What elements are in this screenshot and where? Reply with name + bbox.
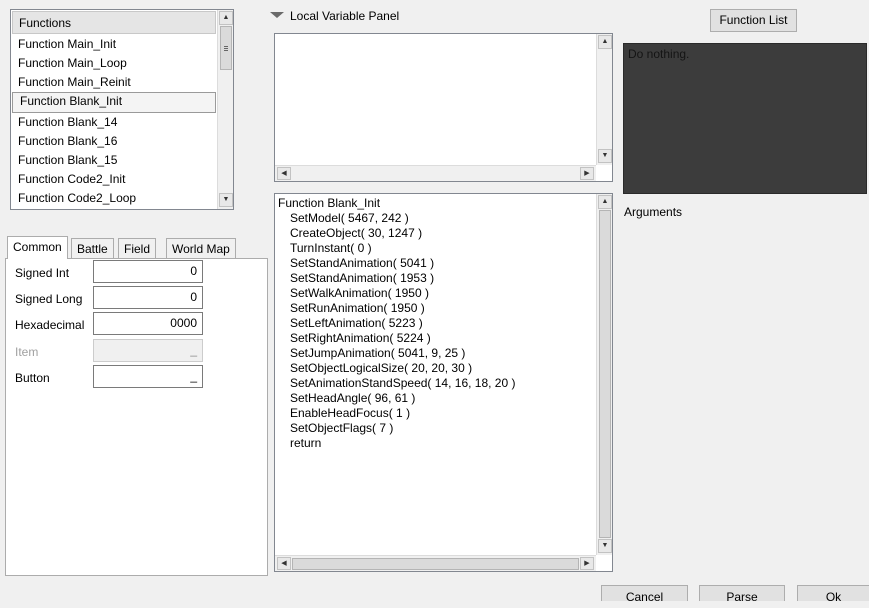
code-line: Function Blank_Init bbox=[278, 196, 381, 210]
code-line: SetObjectFlags( 7 ) bbox=[290, 421, 394, 435]
function-item[interactable]: Function Code2_Loop bbox=[11, 189, 217, 208]
hexadecimal-label: Hexadecimal bbox=[15, 318, 85, 332]
scroll-down-icon[interactable]: ▼ bbox=[219, 193, 233, 207]
functions-list-items: Function Main_Init Function Main_Loop Fu… bbox=[11, 35, 217, 208]
local-variable-panel-title: Local Variable Panel bbox=[290, 9, 400, 23]
code-line: SetModel( 5467, 242 ) bbox=[290, 211, 409, 225]
signed-long-field[interactable]: 0 bbox=[93, 286, 203, 309]
code-line: TurnInstant( 0 ) bbox=[290, 241, 372, 255]
scroll-down-icon[interactable]: ▼ bbox=[598, 149, 612, 163]
function-item[interactable]: Function Blank_14 bbox=[11, 113, 217, 132]
functions-list-scrollbar[interactable]: ▲ ▼ bbox=[217, 10, 233, 209]
function-description: Do nothing. bbox=[623, 43, 867, 194]
item-label: Item bbox=[15, 345, 39, 359]
scroll-thumb[interactable] bbox=[292, 558, 579, 570]
scroll-up-icon[interactable]: ▲ bbox=[219, 11, 233, 25]
collapse-triangle-icon[interactable] bbox=[270, 12, 284, 18]
scroll-down-icon[interactable]: ▼ bbox=[598, 539, 612, 553]
code-line: SetRunAnimation( 1950 ) bbox=[290, 301, 425, 315]
code-editor[interactable]: Function Blank_Init SetModel( 5467, 242 … bbox=[274, 193, 613, 572]
scroll-thumb[interactable] bbox=[220, 26, 232, 70]
local-variable-hscrollbar[interactable]: ◀ ▶ bbox=[275, 165, 596, 181]
signed-int-label: Signed Int bbox=[15, 266, 70, 280]
common-tab-panel: Signed Int 0 Signed Long 0 Hexadecimal 0… bbox=[5, 258, 268, 576]
scroll-right-icon[interactable]: ▶ bbox=[580, 167, 594, 180]
code-line: SetLeftAnimation( 5223 ) bbox=[290, 316, 423, 330]
item-field: _ bbox=[93, 339, 203, 362]
signed-long-label: Signed Long bbox=[15, 292, 83, 306]
button-label: Button bbox=[15, 371, 50, 385]
functions-list-header: Functions bbox=[12, 11, 216, 34]
hexadecimal-field[interactable]: 0000 bbox=[93, 312, 203, 335]
code-line: SetAnimationStandSpeed( 14, 16, 18, 20 ) bbox=[290, 376, 516, 390]
tab-field[interactable]: Field bbox=[118, 238, 157, 259]
function-item-selected[interactable]: Function Blank_Init bbox=[12, 92, 216, 113]
scroll-left-icon[interactable]: ◀ bbox=[277, 557, 291, 570]
scroll-up-icon[interactable]: ▲ bbox=[598, 195, 612, 209]
function-item[interactable]: Function Main_Loop bbox=[11, 54, 217, 73]
code-hscrollbar[interactable]: ◀ ▶ bbox=[275, 555, 596, 571]
code-line: return bbox=[290, 436, 322, 450]
code-line: CreateObject( 30, 1247 ) bbox=[290, 226, 423, 240]
cancel-button[interactable]: Cancel bbox=[601, 585, 688, 604]
function-item[interactable]: Function Main_Init bbox=[11, 35, 217, 54]
local-variable-panel-header[interactable]: Local Variable Panel bbox=[270, 9, 470, 25]
code-line: SetStandAnimation( 1953 ) bbox=[290, 271, 435, 285]
code-lines: Function Blank_Init SetModel( 5467, 242 … bbox=[277, 196, 595, 451]
scroll-right-icon[interactable]: ▶ bbox=[580, 557, 594, 570]
code-line: SetRightAnimation( 5224 ) bbox=[290, 331, 431, 345]
arguments-label: Arguments bbox=[624, 205, 683, 219]
code-line: SetWalkAnimation( 1950 ) bbox=[290, 286, 429, 300]
scroll-up-icon[interactable]: ▲ bbox=[598, 35, 612, 49]
functions-list[interactable]: Functions Function Main_Init Function Ma… bbox=[10, 9, 234, 210]
function-item[interactable]: Function Blank_15 bbox=[11, 151, 217, 170]
tab-world-map[interactable]: World Map bbox=[166, 238, 236, 259]
code-line: SetJumpAnimation( 5041, 9, 25 ) bbox=[290, 346, 466, 360]
function-list-button[interactable]: Function List bbox=[710, 9, 797, 32]
button-field[interactable]: _ bbox=[93, 365, 203, 388]
local-variable-panel[interactable]: ▲ ▼ ◀ ▶ bbox=[274, 33, 613, 182]
function-item[interactable]: Function Code2_Init bbox=[11, 170, 217, 189]
parse-button[interactable]: Parse bbox=[699, 585, 785, 604]
tab-common[interactable]: Common bbox=[7, 236, 68, 259]
code-line: SetHeadAngle( 96, 61 ) bbox=[290, 391, 416, 405]
function-item[interactable]: Function Blank_16 bbox=[11, 132, 217, 151]
code-line: SetObjectLogicalSize( 20, 20, 30 ) bbox=[290, 361, 473, 375]
function-item[interactable]: Function Main_Reinit bbox=[11, 73, 217, 92]
code-line: EnableHeadFocus( 1 ) bbox=[290, 406, 411, 420]
code-line: SetStandAnimation( 5041 ) bbox=[290, 256, 435, 270]
tab-battle[interactable]: Battle bbox=[71, 238, 114, 259]
local-variable-vscrollbar[interactable]: ▲ ▼ bbox=[596, 34, 612, 165]
scroll-left-icon[interactable]: ◀ bbox=[277, 167, 291, 180]
ok-button[interactable]: Ok bbox=[797, 585, 869, 604]
signed-int-field[interactable]: 0 bbox=[93, 260, 203, 283]
scroll-thumb[interactable] bbox=[599, 210, 611, 538]
code-vscrollbar[interactable]: ▲ ▼ bbox=[596, 194, 612, 555]
